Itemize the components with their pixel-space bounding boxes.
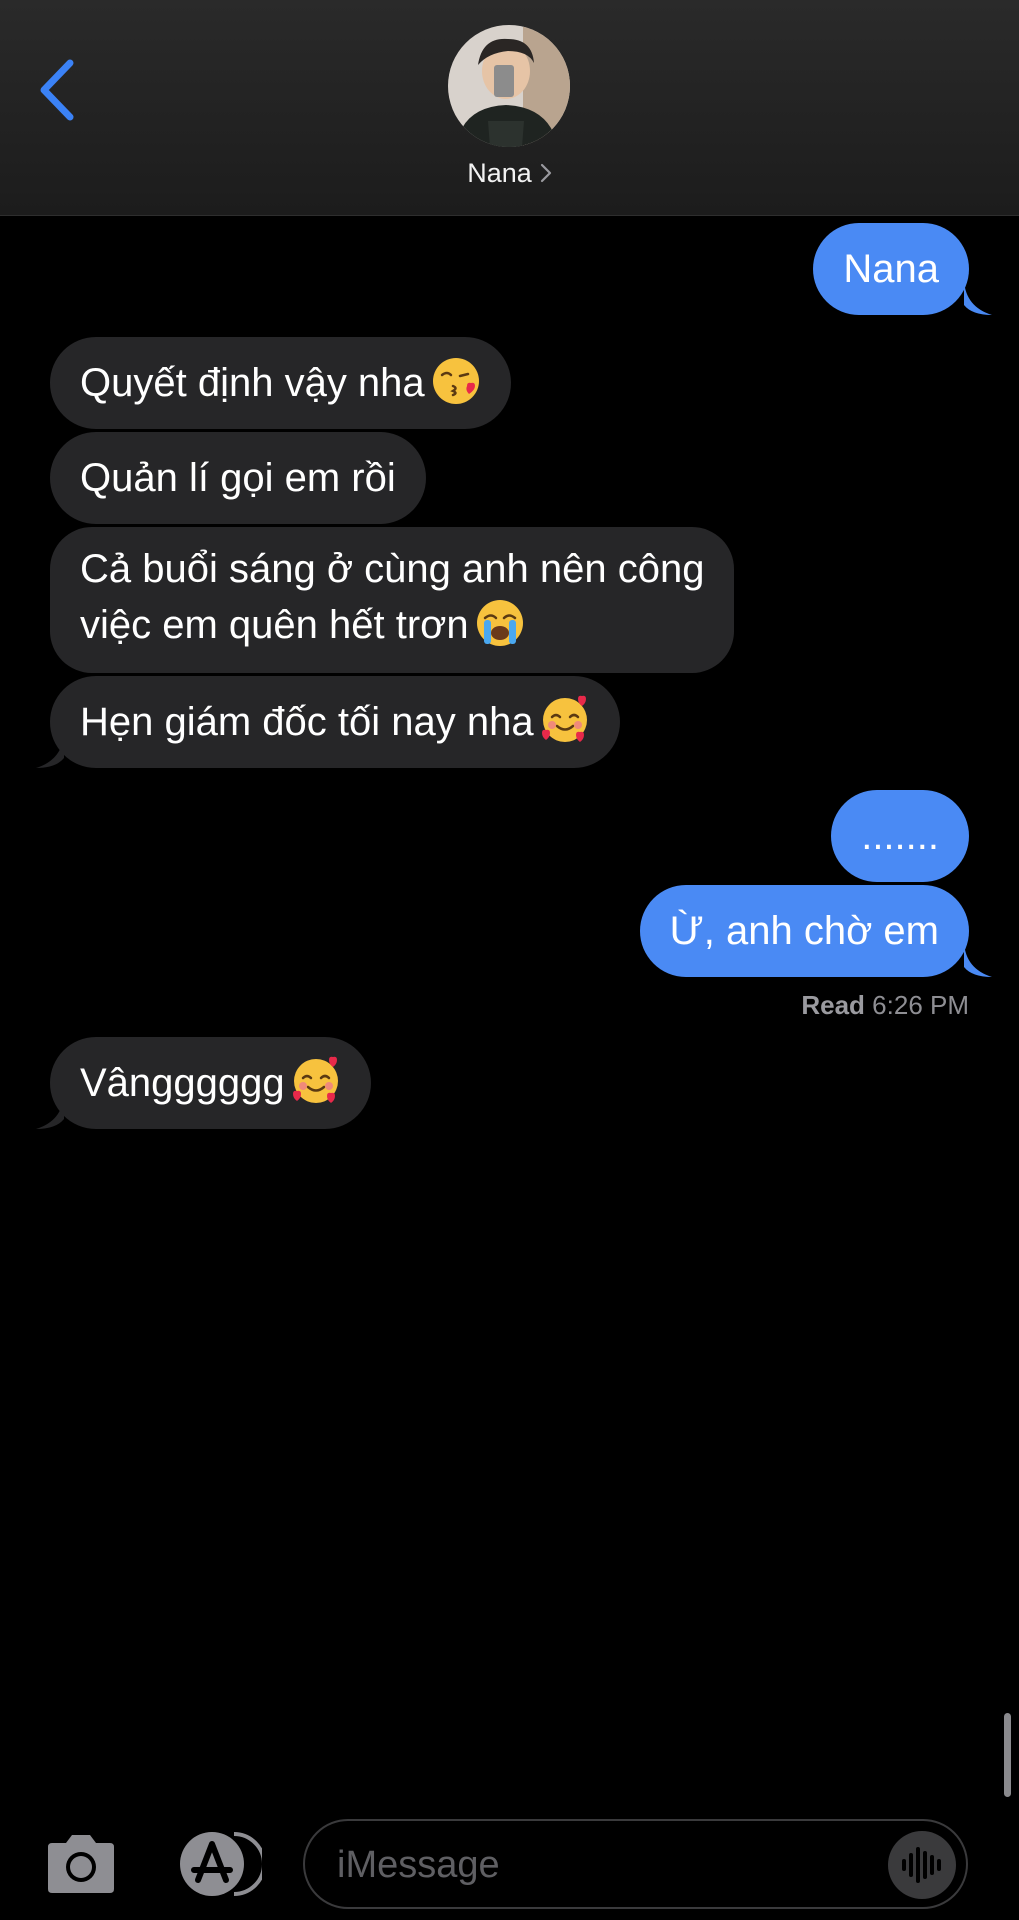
message-text: Hẹn giám đốc tối nay nha (80, 700, 534, 744)
contact-avatar[interactable] (448, 25, 570, 147)
avatar-photo (448, 25, 570, 147)
message-input-container[interactable] (303, 1819, 968, 1909)
read-receipt: Read 6:26 PM (801, 990, 969, 1021)
audio-message-button[interactable] (888, 1831, 956, 1899)
outgoing-message[interactable]: Nana (813, 223, 969, 315)
incoming-message[interactable]: Quyết định vậy nha (50, 337, 511, 429)
bubble-tail (964, 281, 992, 315)
smiling-face-with-hearts-icon (541, 695, 587, 742)
read-label: Read (801, 990, 865, 1020)
incoming-message[interactable]: Cả buổi sáng ở cùng anh nên công việc em… (50, 527, 735, 673)
app-store-icon (180, 1832, 266, 1896)
chevron-right-icon (540, 159, 552, 190)
bubble-tail (964, 943, 992, 977)
message-text: Ừ, anh chờ em (669, 909, 939, 953)
message-text-line: Cả buổi sáng ở cùng anh nên công (80, 547, 705, 591)
message-text: Vângggggg (80, 1061, 285, 1105)
loudly-crying-face-icon (476, 600, 523, 646)
message-text: Quyết định vậy nha (80, 361, 425, 405)
app-store-button[interactable] (172, 1830, 266, 1898)
bubble-tail (36, 734, 64, 768)
message-text: ....... (861, 814, 939, 858)
camera-icon (48, 1835, 114, 1893)
incoming-message[interactable]: Vângggggg (50, 1037, 371, 1129)
kissing-face-with-heart-icon (432, 358, 479, 404)
camera-button[interactable] (42, 1833, 120, 1895)
message-text: Nana (843, 247, 939, 291)
outgoing-message[interactable]: ....... (831, 790, 969, 882)
contact-name: Nana (467, 158, 532, 188)
conversation-header: Nana (0, 0, 1019, 216)
message-text-line: việc em quên hết trơn (80, 603, 469, 647)
message-text: Quản lí gọi em rồi (80, 456, 396, 500)
chevron-left-icon (40, 59, 74, 121)
incoming-message[interactable]: Quản lí gọi em rồi (50, 432, 426, 524)
message-input[interactable] (335, 1833, 879, 1897)
read-time: 6:26 PM (872, 990, 969, 1020)
outgoing-message[interactable]: Ừ, anh chờ em (639, 885, 969, 977)
bubble-tail (36, 1095, 64, 1129)
audio-waveform-icon (902, 1847, 941, 1883)
smiling-face-with-hearts-icon (292, 1056, 338, 1103)
back-button[interactable] (32, 55, 82, 125)
scroll-indicator[interactable] (1004, 1713, 1011, 1797)
incoming-message[interactable]: Hẹn giám đốc tối nay nha (50, 676, 620, 768)
contact-name-button[interactable]: Nana (0, 158, 1019, 190)
